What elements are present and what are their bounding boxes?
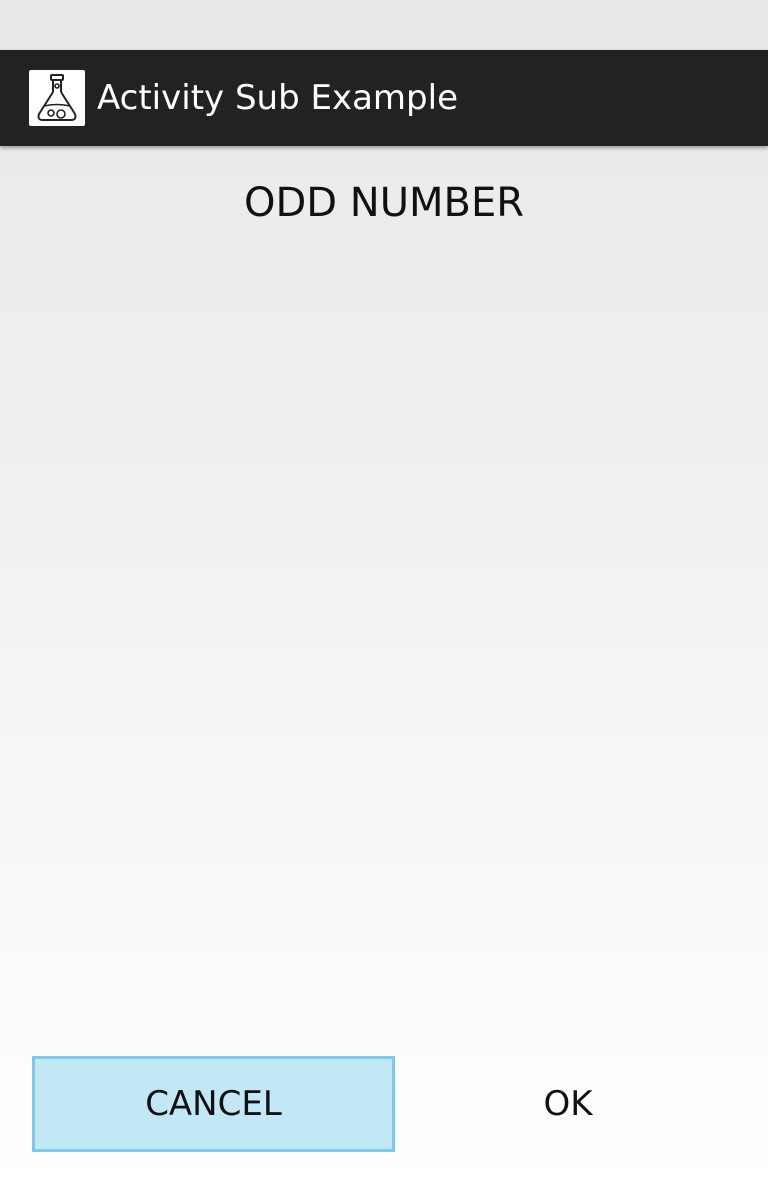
ok-button-label: OK (543, 1084, 593, 1124)
flask-icon (29, 70, 85, 126)
action-bar: Activity Sub Example (0, 50, 768, 146)
cancel-button-label: CANCEL (145, 1084, 282, 1124)
status-bar (0, 0, 768, 50)
cancel-button[interactable]: CANCEL (32, 1056, 395, 1152)
screen: Activity Sub Example ODD NUMBER CANCEL O… (0, 0, 768, 1184)
result-message: ODD NUMBER (243, 180, 525, 226)
app-title: Activity Sub Example (97, 78, 458, 118)
content-area: ODD NUMBER CANCEL OK (0, 146, 768, 1184)
ok-button[interactable]: OK (400, 1056, 736, 1152)
